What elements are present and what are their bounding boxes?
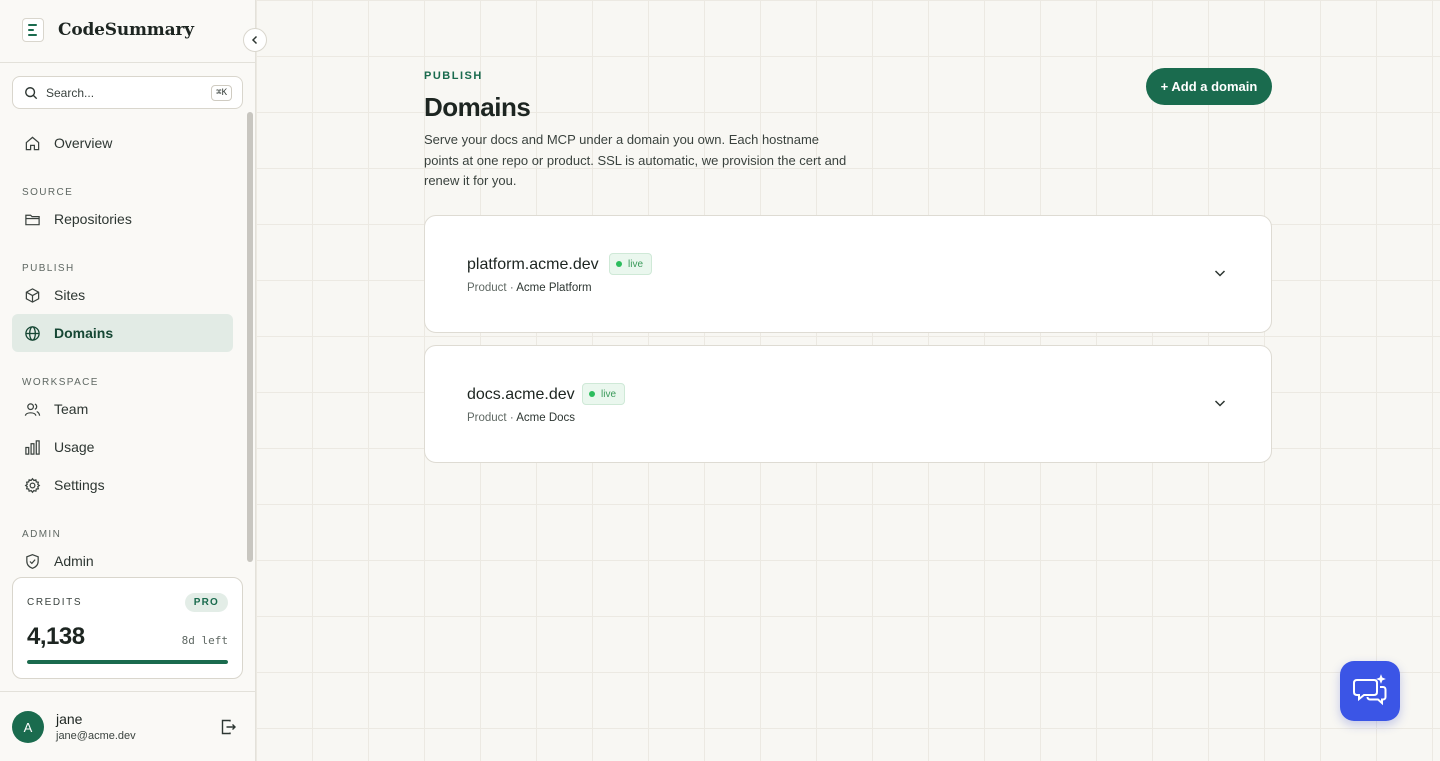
domain-target-name: Acme Platform (516, 282, 592, 294)
user-name: jane (56, 711, 83, 727)
divider (0, 62, 256, 63)
domain-card[interactable]: platform.acme.dev live Product · Acme Pl… (424, 215, 1272, 333)
nav-section-admin: ADMIN (22, 529, 62, 540)
box-icon (25, 287, 40, 303)
users-icon (24, 402, 41, 416)
domain-target: Product · Acme Docs (467, 412, 576, 424)
domain-target-name: Acme Docs (516, 412, 576, 424)
sidebar-item-admin[interactable]: Admin (12, 542, 233, 580)
search-shortcut: ⌘K (211, 84, 232, 101)
plan-badge: PRO (184, 593, 228, 612)
status-dot (616, 261, 622, 267)
logo-icon (22, 18, 44, 42)
logout-icon[interactable] (219, 718, 237, 736)
sidebar-item-label: Repositories (54, 211, 132, 227)
gear-icon (24, 477, 41, 493)
domain-hostname: platform.acme.dev (467, 256, 599, 273)
chevron-down-icon[interactable] (1213, 396, 1227, 410)
sidebar-item-sites[interactable]: Sites (12, 276, 233, 314)
nav-section-workspace: WORKSPACE (22, 377, 99, 388)
credits-remaining: 8d left (181, 634, 228, 647)
credits-label: CREDITS (27, 597, 83, 608)
sidebar-scrollbar[interactable] (247, 112, 253, 562)
search-placeholder: Search... (46, 85, 95, 100)
page-description: Serve your docs and MCP under a domain y… (424, 132, 847, 188)
sidebar-item-label: Admin (54, 553, 94, 569)
globe-icon (25, 325, 40, 341)
credits-value: 4,138 (27, 623, 85, 650)
sidebar: CodeSummary Search... ⌘K Overview SOURCE… (0, 0, 256, 761)
sidebar-item-repositories[interactable]: Repositories (12, 200, 233, 238)
page-title: Domains (424, 92, 531, 122)
domain-target-type: Product (467, 282, 507, 294)
folder-icon (25, 214, 40, 225)
avatar[interactable]: A (12, 711, 44, 743)
status-dot (589, 391, 595, 397)
brand-name: CodeSummary (58, 20, 194, 40)
add-domain-button[interactable]: + Add a domain (1146, 68, 1272, 105)
domain-hostname: docs.acme.dev (467, 386, 575, 403)
status-badge: live (582, 383, 626, 405)
chevron-left-icon (251, 35, 258, 45)
nav-section-publish: PUBLISH (22, 263, 75, 274)
chat-icon (1353, 674, 1387, 706)
sidebar-item-overview[interactable]: Overview (12, 124, 233, 162)
sidebar-item-label: Settings (54, 477, 105, 493)
status-label: live (628, 258, 644, 270)
brand[interactable]: CodeSummary (22, 18, 194, 42)
chevron-down-icon[interactable] (1213, 266, 1227, 280)
home-icon (25, 136, 40, 150)
sidebar-item-label: Team (54, 401, 89, 417)
status-label: live (601, 388, 617, 400)
status-badge: live (609, 253, 653, 275)
domain-target-type: Product (467, 412, 507, 424)
credits-progress-fill (27, 660, 228, 664)
user-email: jane@acme.dev (56, 730, 136, 742)
domain-target: Product · Acme Platform (467, 282, 592, 294)
chat-support-button[interactable] (1340, 661, 1400, 721)
page-eyebrow: PUBLISH (424, 70, 483, 82)
shield-check-icon (26, 553, 39, 569)
divider (0, 691, 256, 692)
search-input[interactable]: Search... ⌘K (12, 76, 243, 109)
sidebar-item-domains[interactable]: Domains (12, 314, 233, 352)
sidebar-item-team[interactable]: Team (12, 390, 233, 428)
sidebar-item-label: Overview (54, 135, 113, 151)
search-icon (25, 86, 38, 99)
sidebar-item-settings[interactable]: Settings (12, 466, 233, 504)
sidebar-item-label: Sites (54, 287, 86, 303)
domain-card[interactable]: docs.acme.dev live Product · Acme Docs (424, 345, 1272, 463)
credits-progress-bar (27, 660, 228, 664)
nav-section-source: SOURCE (22, 187, 74, 198)
sidebar-nav: Overview SOURCE Repositories PUBLISH Sit… (12, 124, 233, 580)
sidebar-item-label: Domains (54, 325, 114, 341)
collapse-sidebar-button[interactable] (243, 28, 267, 52)
credits-card: CREDITS PRO 4,138 8d left (12, 577, 243, 679)
sidebar-item-usage[interactable]: Usage (12, 428, 233, 466)
bar-chart-icon (25, 439, 40, 455)
sidebar-item-label: Usage (54, 439, 95, 455)
main-content: PUBLISH Domains Serve your docs and MCP … (256, 0, 1440, 761)
